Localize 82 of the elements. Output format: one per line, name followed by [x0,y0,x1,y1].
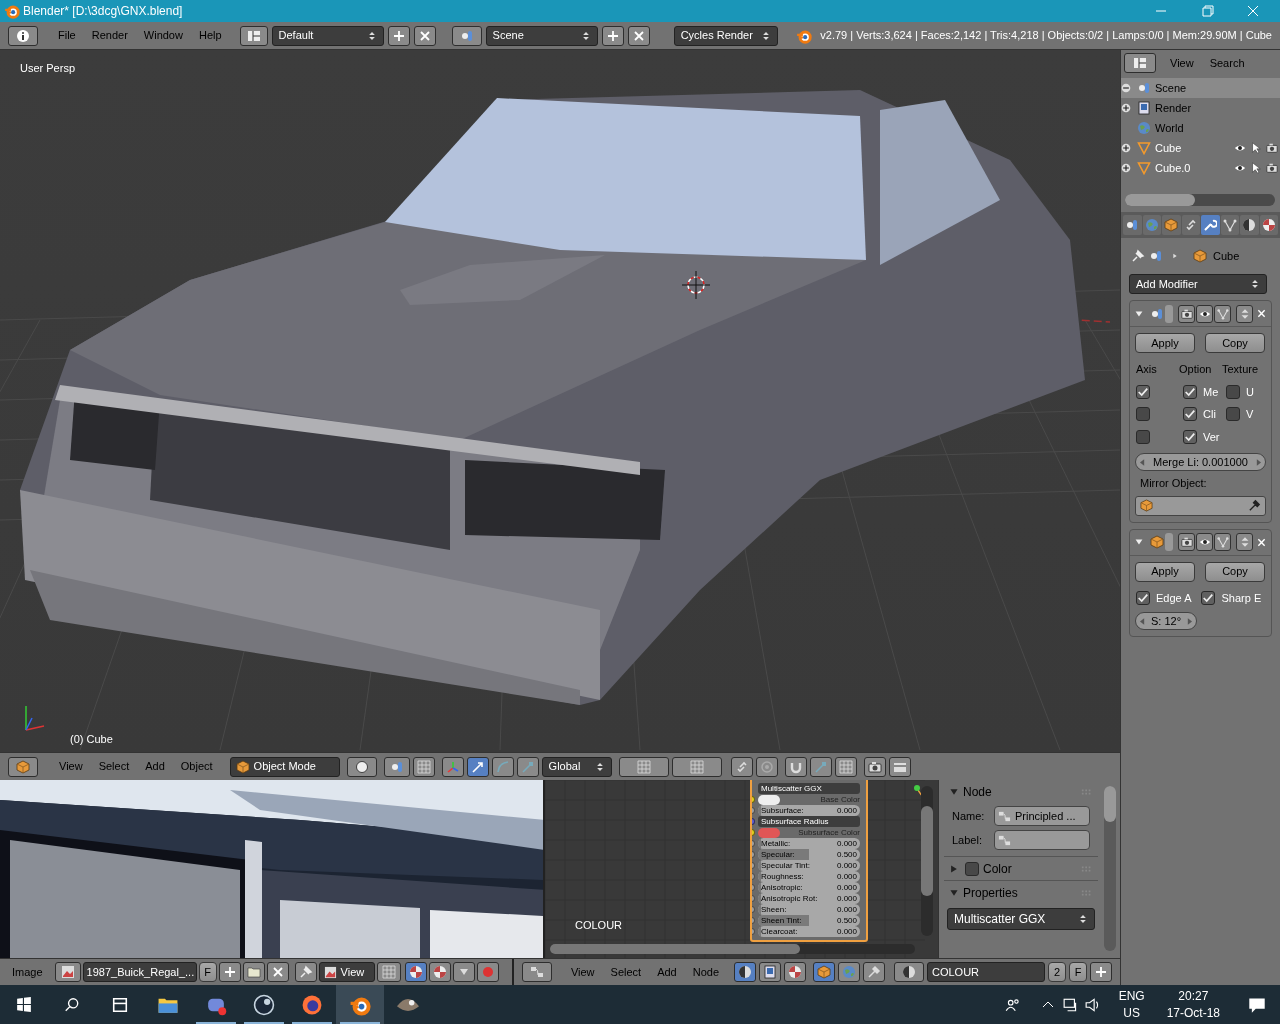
image-name-field[interactable]: 1987_Buick_Regal_... [82,962,197,982]
value-slider[interactable]: Roughness: 0.000 [758,871,860,882]
checkbox-label: Edge A [1156,590,1192,606]
merge-limit-field[interactable]: Merge Li: 0.001000 [1135,453,1266,471]
checkbox-label: V [1246,407,1254,422]
menu-item[interactable]: Node [684,963,727,981]
apply-button[interactable]: Apply [1135,561,1195,582]
value-slider[interactable]: Subsurface: 0.000 [758,805,860,816]
fake-user-button[interactable]: F [198,962,217,982]
menu-item[interactable]: Help [190,27,230,44]
outliner-row[interactable]: Cube [1121,138,1280,158]
add-modifier-dropdown[interactable]: Add Modifier [1129,274,1267,294]
view-dropdown[interactable]: View [318,962,375,982]
window-title: Blender* [D:\3dcg\GNX.blend] [23,3,183,20]
outliner-row[interactable]: Cube.0 [1121,158,1280,178]
value-slider[interactable]: Sheen Tint: 0.500 [758,915,860,926]
value-slider[interactable]: Anisotropic Rot: 0.000 [758,893,860,904]
panel-title: Color [983,860,1012,878]
field-label: Name: [952,808,986,824]
orientation-dropdown[interactable]: Global [541,756,612,777]
fake-user-button[interactable]: F [1069,962,1087,982]
copy-button[interactable]: Copy [1205,561,1265,582]
value-slider[interactable]: Sheen: 0.000 [758,904,860,915]
outliner-row[interactable]: Render [1121,98,1280,118]
outliner-row[interactable]: World [1121,118,1280,138]
active-object-label: (0) Cube [70,732,113,747]
value-slider[interactable]: Specular Tint: 0.000 [758,860,860,871]
language-indicator[interactable]: ENG US [1118,987,1145,1022]
menu-item[interactable]: Select [602,963,650,981]
column-heading: Texture [1222,362,1260,377]
user-count-button[interactable]: 2 [1048,962,1066,982]
checkbox-label: Ver [1203,429,1220,445]
panel-title: Node [963,784,992,801]
checkbox-label: U [1246,384,1254,400]
outliner-item-label: Cube [1155,140,1182,156]
vector-dropdown[interactable]: Subsurface Radius [758,816,860,827]
split-angle-field[interactable]: S: 12° [1135,612,1197,630]
scene-statistics: v2.79 | Verts:3,624 | Faces:2,142 | Tris:4,218 | Objects:0/2 | Lamps:0/0 | Mem:29.90M | Cube [820,28,1272,44]
scene-field[interactable]: Scene [485,25,598,46]
menu-item[interactable]: Image [4,963,51,981]
apply-button[interactable]: Apply [1135,333,1195,353]
menu-item[interactable]: Add [137,758,173,775]
layout-field[interactable]: Default [271,25,384,46]
column-heading: Option [1179,362,1213,377]
panel-title: Properties [963,884,1018,902]
menu-item[interactable]: View [51,758,91,775]
field-label: Label: [952,832,983,848]
menu-item[interactable]: View [562,963,603,981]
menu-item[interactable]: Search [1201,54,1253,72]
checkbox-label: Me [1203,384,1219,400]
field-label: Mirror Object: [1139,476,1208,491]
render-engine-dropdown[interactable]: Cycles Render [673,25,779,46]
distribution-dropdown[interactable]: Multiscatter GGX [758,783,860,794]
outliner-item-label: Cube.0 [1155,160,1191,176]
name-field[interactable]: Principled ... [994,806,1090,826]
value-slider[interactable]: Anisotropic: 0.000 [758,882,860,893]
outliner-item-label: Render [1155,100,1192,116]
copy-button[interactable]: Copy [1205,333,1265,353]
checkbox-label: Cli [1203,407,1216,422]
menu-item[interactable]: Object [172,758,221,775]
value-slider[interactable]: Clearcoat: 0.000 [758,926,860,937]
distribution-dropdown[interactable]: Multiscatter GGX [947,908,1095,930]
menu-item[interactable]: Window [135,27,191,44]
menu-item[interactable]: File [50,27,84,44]
menu-item[interactable]: Add [649,963,685,981]
menu-item[interactable]: Render [83,27,136,44]
node-tree-label: COLOUR [575,918,623,933]
menu-item[interactable]: View [1162,54,1202,72]
outliner-row[interactable]: Scene [1121,78,1280,98]
value-slider[interactable]: Specular: 0.500 [758,849,860,860]
outliner-item-label: Scene [1155,80,1187,96]
mode-dropdown[interactable]: Object Mode [229,756,340,777]
column-heading: Axis [1136,362,1158,377]
view-label: User Persp [20,61,76,76]
clock[interactable]: 20:27 17-Oct-18 [1166,987,1220,1022]
3d-viewport[interactable]: User Persp (0) Cube [0,50,1120,752]
material-name-field[interactable]: COLOUR [927,962,1045,982]
outliner-item-label: World [1155,120,1184,136]
checkbox-label: Sharp E [1221,590,1262,606]
value-slider[interactable]: Metallic: 0.000 [758,838,860,849]
menu-item[interactable]: Select [90,758,138,775]
context-label: Cube [1213,248,1240,264]
